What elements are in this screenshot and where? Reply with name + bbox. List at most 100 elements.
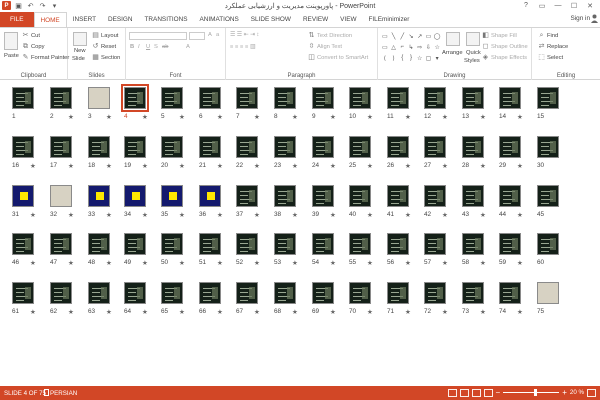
transition-star-icon[interactable]: ★ — [254, 308, 260, 316]
bold-icon[interactable]: B — [130, 44, 134, 50]
arrange-button[interactable]: Arrange — [442, 50, 463, 56]
transition-star-icon[interactable]: ★ — [330, 162, 336, 170]
transition-star-icon[interactable]: ★ — [405, 211, 411, 219]
slide-thumbnail[interactable] — [199, 282, 221, 304]
slide-thumbnail[interactable] — [236, 233, 258, 255]
transition-star-icon[interactable]: ★ — [179, 211, 185, 219]
grow-font-icon[interactable]: A — [208, 32, 212, 38]
slide-thumbnail[interactable] — [537, 87, 559, 109]
slide-thumbnail[interactable] — [199, 87, 221, 109]
slide-thumbnail[interactable] — [236, 282, 258, 304]
transition-star-icon[interactable]: ★ — [68, 162, 74, 170]
transition-star-icon[interactable]: ★ — [292, 308, 298, 316]
transition-star-icon[interactable]: ★ — [442, 211, 448, 219]
transition-star-icon[interactable]: ★ — [330, 113, 336, 121]
transition-star-icon[interactable]: ★ — [292, 211, 298, 219]
slide-thumbnail[interactable] — [88, 233, 110, 255]
transition-star-icon[interactable]: ★ — [217, 259, 223, 267]
transition-star-icon[interactable]: ★ — [517, 211, 523, 219]
slide-thumbnail[interactable] — [312, 185, 334, 207]
slide-thumbnail[interactable] — [12, 87, 34, 109]
transition-star-icon[interactable]: ★ — [30, 211, 36, 219]
transition-star-icon[interactable]: ★ — [254, 113, 260, 121]
transition-star-icon[interactable]: ★ — [106, 308, 112, 316]
slide-thumbnail[interactable] — [50, 233, 72, 255]
slide-thumbnail[interactable] — [312, 233, 334, 255]
reset-button[interactable]: ↺ Reset — [92, 43, 117, 50]
transition-star-icon[interactable]: ★ — [330, 259, 336, 267]
transition-star-icon[interactable]: ★ — [254, 162, 260, 170]
transition-star-icon[interactable]: ★ — [106, 162, 112, 170]
slide-thumbnail[interactable] — [88, 185, 110, 207]
transition-star-icon[interactable]: ★ — [367, 113, 373, 121]
slide-thumbnail[interactable] — [12, 185, 34, 207]
slide-thumbnail[interactable] — [349, 87, 371, 109]
strikethrough-icon[interactable]: ab — [162, 44, 168, 50]
zoom-out-button[interactable]: − — [496, 388, 501, 397]
slide-thumbnail[interactable] — [387, 282, 409, 304]
tab-view[interactable]: VIEW — [334, 12, 362, 27]
slideshow-icon[interactable] — [483, 388, 493, 397]
slide-thumbnail[interactable] — [349, 185, 371, 207]
transition-star-icon[interactable]: ★ — [480, 113, 486, 121]
transition-star-icon[interactable]: ★ — [480, 211, 486, 219]
transition-star-icon[interactable]: ★ — [292, 162, 298, 170]
slide-thumbnail[interactable] — [50, 282, 72, 304]
transition-star-icon[interactable]: ★ — [142, 259, 148, 267]
slide-thumbnail[interactable] — [274, 87, 296, 109]
transition-star-icon[interactable]: ★ — [480, 162, 486, 170]
font-name-input[interactable] — [129, 32, 187, 40]
tab-file[interactable]: FILE — [0, 12, 34, 27]
slide-thumbnail[interactable] — [88, 87, 110, 109]
transition-star-icon[interactable]: ★ — [106, 259, 112, 267]
language-indicator[interactable]: PERSIAN — [50, 390, 77, 397]
slide-thumbnail[interactable] — [236, 185, 258, 207]
transition-star-icon[interactable]: ★ — [68, 211, 74, 219]
sign-in-link[interactable]: Sign in — [570, 15, 590, 22]
slide-thumbnail[interactable] — [387, 136, 409, 158]
format-painter-button[interactable]: ✎ Format Painter — [22, 54, 70, 61]
transition-star-icon[interactable]: ★ — [30, 162, 36, 170]
bullets-icon[interactable]: ☰ ☰ ⇤ ⇥ ↕ — [230, 32, 259, 38]
transition-star-icon[interactable]: ★ — [179, 259, 185, 267]
slide-thumbnail[interactable] — [88, 282, 110, 304]
slide-thumbnail[interactable] — [349, 233, 371, 255]
slide-thumbnail[interactable] — [236, 87, 258, 109]
transition-star-icon[interactable]: ★ — [480, 308, 486, 316]
transition-star-icon[interactable]: ★ — [367, 211, 373, 219]
zoom-slider[interactable] — [503, 389, 560, 396]
maximize-icon[interactable]: ☐ — [566, 0, 582, 11]
transition-star-icon[interactable]: ★ — [142, 308, 148, 316]
slide-thumbnail[interactable] — [121, 84, 149, 112]
new-slide-button[interactable]: New — [74, 48, 86, 54]
tab-review[interactable]: REVIEW — [297, 12, 334, 27]
quick-styles-icon[interactable] — [466, 32, 480, 46]
transition-star-icon[interactable]: ★ — [405, 308, 411, 316]
slide-thumbnail[interactable] — [124, 185, 146, 207]
minimize-icon[interactable]: — — [550, 0, 566, 11]
cut-button[interactable]: ✂ Cut — [22, 32, 40, 39]
transition-star-icon[interactable]: ★ — [217, 162, 223, 170]
transition-star-icon[interactable]: ★ — [405, 113, 411, 121]
tab-home[interactable]: HOME — [33, 12, 67, 27]
reading-view-icon[interactable] — [471, 388, 481, 397]
transition-star-icon[interactable]: ★ — [217, 113, 223, 121]
slide-thumbnail[interactable] — [387, 233, 409, 255]
transition-star-icon[interactable]: ★ — [405, 259, 411, 267]
slide-thumbnail[interactable] — [12, 233, 34, 255]
transition-star-icon[interactable]: ★ — [517, 113, 523, 121]
slide-thumbnail[interactable] — [537, 136, 559, 158]
underline-icon[interactable]: U — [146, 44, 150, 50]
slide-thumbnail[interactable] — [124, 136, 146, 158]
tab-design[interactable]: DESIGN — [102, 12, 139, 27]
shape-effects-button[interactable]: ◈ Shape Effects — [482, 54, 527, 61]
transition-star-icon[interactable]: ★ — [480, 259, 486, 267]
transition-star-icon[interactable]: ★ — [142, 113, 148, 121]
slide-thumbnail[interactable] — [50, 185, 72, 207]
slide-thumbnail[interactable] — [50, 87, 72, 109]
slide-thumbnail[interactable] — [88, 136, 110, 158]
slide-thumbnail[interactable] — [312, 282, 334, 304]
transition-star-icon[interactable]: ★ — [292, 259, 298, 267]
slide-thumbnail[interactable] — [349, 136, 371, 158]
transition-star-icon[interactable]: ★ — [30, 308, 36, 316]
